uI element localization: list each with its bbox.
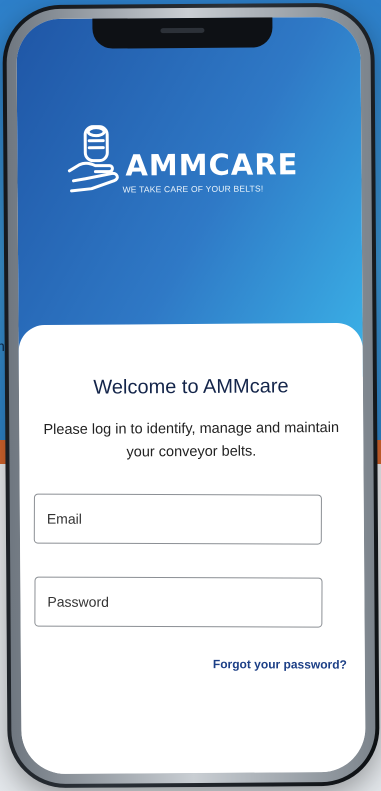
hand-holding-belt-roll-icon <box>67 125 119 193</box>
brand-logo: AMMCARE WE TAKE CARE OF YOUR BELTS! <box>65 117 299 209</box>
login-subtitle: Please log in to identify, manage and ma… <box>43 419 340 461</box>
login-card: Welcome to AMMcare Please log in to iden… <box>18 322 366 775</box>
phone-notch <box>92 16 273 49</box>
speaker-grille <box>160 27 205 34</box>
login-title: Welcome to AMMcare <box>93 375 289 399</box>
phone-mockup: AMMCARE WE TAKE CARE OF YOUR BELTS! Welc… <box>2 2 380 789</box>
brand-name: AMMCARE <box>125 147 299 183</box>
email-field[interactable] <box>33 493 322 545</box>
forgot-password-link[interactable]: Forgot your password? <box>213 657 347 671</box>
brand-tagline: WE TAKE CARE OF YOUR BELTS! <box>122 183 264 195</box>
phone-screen: AMMCARE WE TAKE CARE OF YOUR BELTS! Welc… <box>16 16 366 775</box>
password-field[interactable] <box>34 576 323 628</box>
